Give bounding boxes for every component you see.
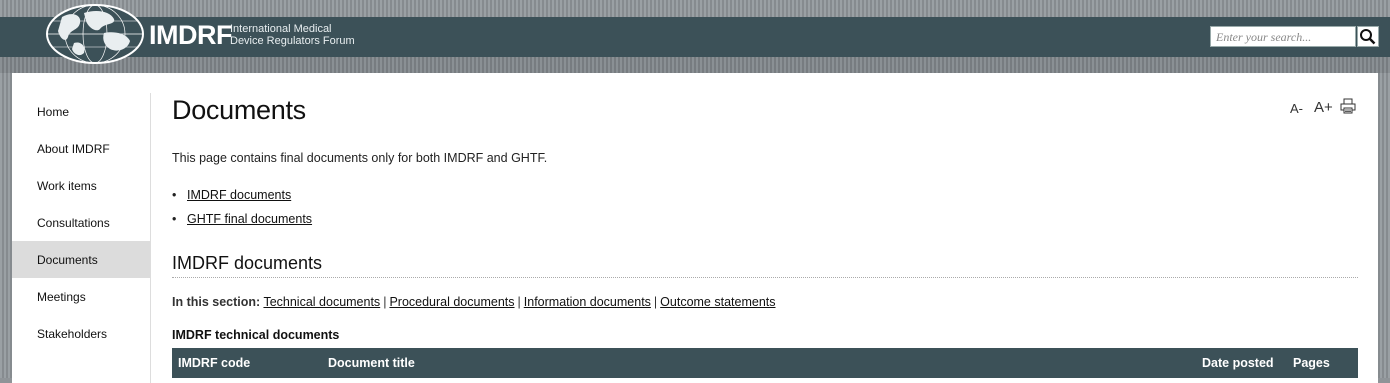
brand-fullname: International Medical Device Regulators … (230, 23, 355, 47)
brand-name-line2: Device Regulators Forum (230, 35, 355, 47)
sidebar-item-stakeholders[interactable]: Stakeholders (12, 315, 150, 352)
ghtf-final-documents-link[interactable]: GHTF final documents (187, 212, 312, 226)
header-band (0, 57, 1390, 73)
sidebar-item-meetings[interactable]: Meetings (12, 278, 150, 315)
page-title: Documents (172, 95, 306, 125)
sidebar-item-home[interactable]: Home (12, 93, 150, 130)
information-documents-link[interactable]: Information documents (524, 295, 651, 309)
document-links-list: IMDRF documents GHTF final documents (172, 187, 312, 235)
column-header-title[interactable]: Document title (328, 356, 415, 370)
procedural-documents-link[interactable]: Procedural documents (389, 295, 514, 309)
brand-name-line1: International Medical (230, 23, 332, 35)
sidebar-item-about[interactable]: About IMDRF (12, 130, 150, 167)
section-title: IMDRF documents (172, 253, 1358, 278)
column-header-code[interactable]: IMDRF code (178, 356, 250, 370)
outcome-statements-link[interactable]: Outcome statements (660, 295, 775, 309)
list-item: GHTF final documents (172, 211, 312, 235)
separator: | (517, 295, 521, 309)
imdrf-documents-link[interactable]: IMDRF documents (187, 188, 291, 202)
main-panel: Home About IMDRF Work items Consultation… (12, 73, 1378, 383)
list-item: IMDRF documents (172, 187, 312, 211)
in-section-nav: In this section: Technical documents | Pro… (172, 295, 776, 309)
print-icon[interactable] (1340, 98, 1356, 114)
in-section-label: In this section: (172, 295, 261, 309)
table-subhead: IMDRF technical documents (172, 328, 340, 342)
globe-logo-icon[interactable] (44, 3, 146, 65)
sidebar-item-documents[interactable]: Documents (12, 241, 150, 278)
increase-font-button[interactable]: A+ (1314, 99, 1333, 116)
page-tools: A- A+ (1278, 98, 1358, 119)
column-header-date[interactable]: Date posted (1202, 356, 1274, 370)
decrease-font-button[interactable]: A- (1290, 101, 1303, 116)
search-icon (1360, 29, 1376, 45)
sidebar-divider (150, 93, 151, 383)
sidebar-item-consultations[interactable]: Consultations (12, 204, 150, 241)
documents-table-header: IMDRF code Document title Date posted Pa… (172, 348, 1358, 378)
search-button[interactable] (1357, 26, 1379, 47)
sidebar-item-work-items[interactable]: Work items (12, 167, 150, 204)
separator: | (653, 295, 658, 309)
sidebar-nav: Home About IMDRF Work items Consultation… (12, 93, 150, 352)
technical-documents-link[interactable]: Technical documents (263, 295, 380, 309)
search-input[interactable]: Enter your search... (1210, 26, 1356, 47)
brand-abbr[interactable]: IMDRF (149, 20, 232, 51)
column-header-pages[interactable]: Pages (1293, 356, 1330, 370)
intro-text: This page contains final documents only … (172, 151, 548, 165)
